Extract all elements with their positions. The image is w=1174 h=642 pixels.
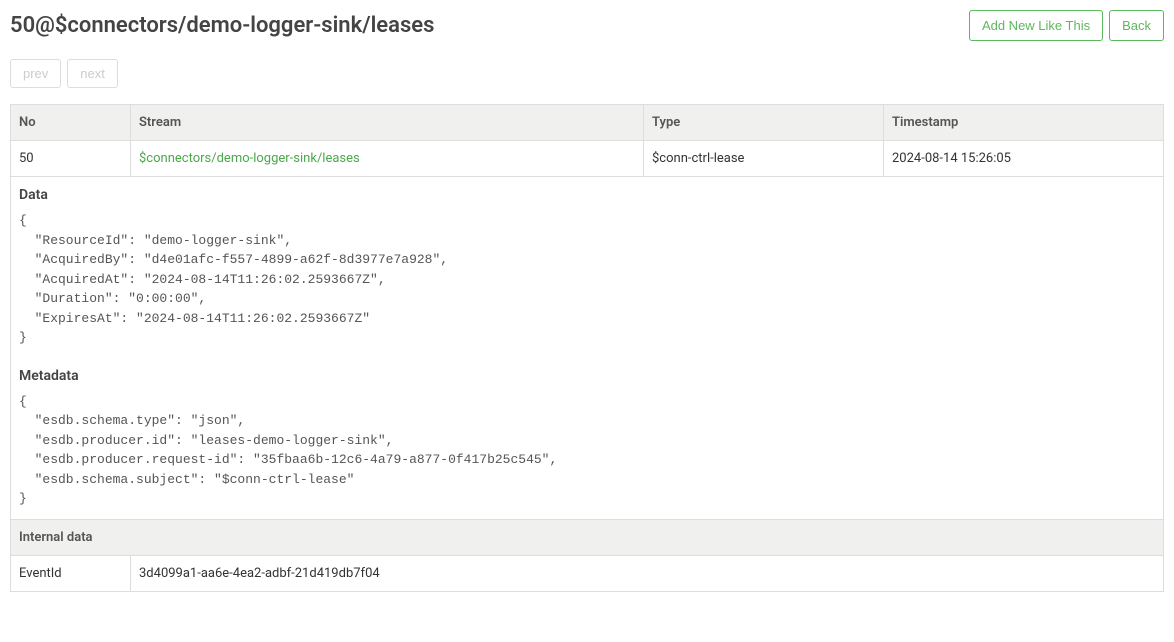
add-new-like-this-button[interactable]: Add New Like This	[969, 10, 1103, 41]
table-row: 50 $connectors/demo-logger-sink/leases $…	[11, 141, 1164, 177]
cell-stream: $connectors/demo-logger-sink/leases	[131, 141, 644, 177]
column-header-timestamp: Timestamp	[884, 105, 1164, 141]
header-buttons: Add New Like This Back	[969, 10, 1164, 41]
event-id-value: 3d4099a1-aa6e-4ea2-adbf-21d419db7f04	[131, 555, 1164, 591]
cell-timestamp: 2024-08-14 15:26:05	[884, 141, 1164, 177]
next-button[interactable]: next	[67, 59, 118, 88]
data-heading: Data	[19, 187, 1155, 203]
column-header-type: Type	[644, 105, 884, 141]
column-header-no: No	[11, 105, 131, 141]
prev-button[interactable]: prev	[10, 59, 61, 88]
metadata-heading: Metadata	[19, 368, 1155, 384]
pagination-nav: prev next	[10, 59, 1164, 88]
stream-link[interactable]: $connectors/demo-logger-sink/leases	[139, 151, 360, 166]
cell-type: $conn-ctrl-lease	[644, 141, 884, 177]
column-header-stream: Stream	[131, 105, 644, 141]
data-json: { "ResourceId": "demo-logger-sink", "Acq…	[19, 211, 1155, 348]
event-id-label: EventId	[11, 555, 131, 591]
data-section: Data { "ResourceId": "demo-logger-sink",…	[11, 177, 1164, 520]
back-button[interactable]: Back	[1109, 10, 1164, 41]
internal-data-label: Internal data	[11, 519, 1164, 555]
table-header-row: No Stream Type Timestamp	[11, 105, 1164, 141]
internal-data-header: Internal data	[11, 519, 1164, 555]
page-title: 50@$connectors/demo-logger-sink/leases	[10, 13, 434, 38]
internal-data-row: EventId 3d4099a1-aa6e-4ea2-adbf-21d419db…	[11, 555, 1164, 591]
cell-no: 50	[11, 141, 131, 177]
metadata-json: { "esdb.schema.type": "json", "esdb.prod…	[19, 392, 1155, 509]
event-table: No Stream Type Timestamp 50 $connectors/…	[10, 104, 1164, 592]
